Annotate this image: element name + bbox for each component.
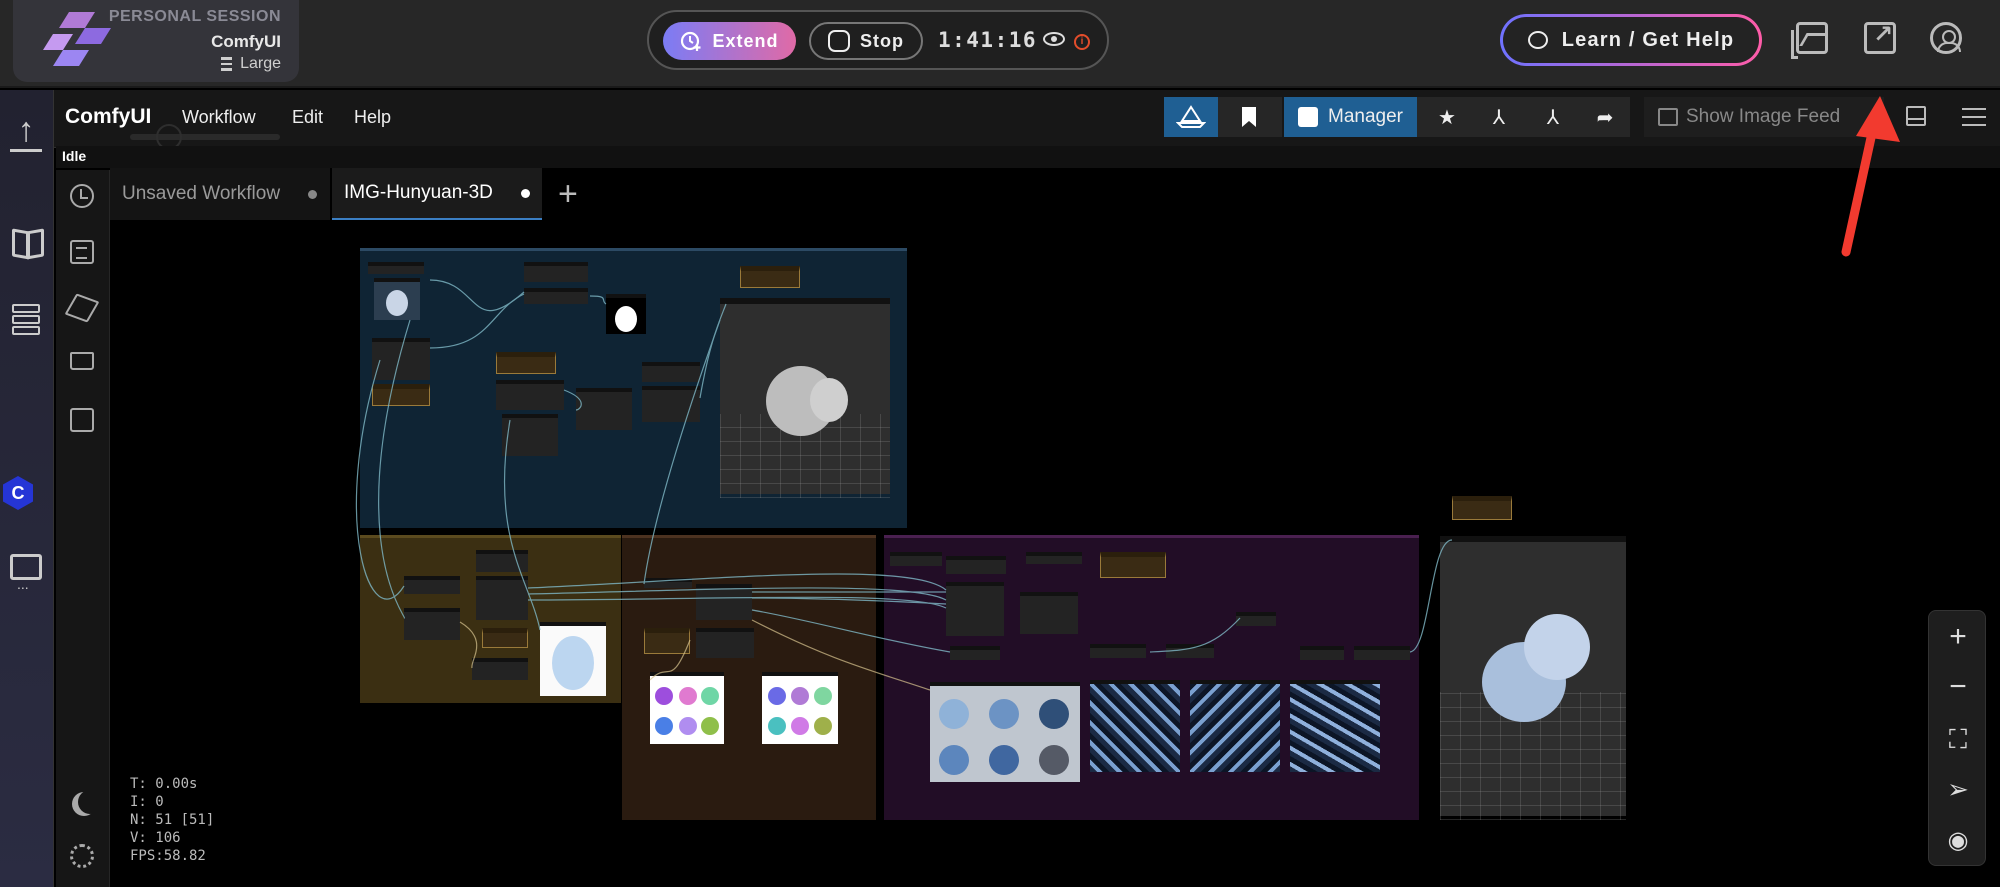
extend-button[interactable]: Extend	[663, 22, 796, 60]
session-size: Large	[221, 55, 281, 73]
gallery-icon[interactable]	[1791, 22, 1828, 59]
stop-button[interactable]: Stop	[809, 22, 923, 60]
bookmark-glyph-icon	[1242, 107, 1256, 127]
stat-vertices: V: 106	[130, 830, 181, 846]
navigate-arrow-icon[interactable]: ➢	[1929, 763, 1987, 815]
session-card[interactable]: PERSONAL SESSION ComfyUI Large	[13, 0, 299, 82]
cube-icon[interactable]	[64, 293, 100, 323]
hamburger-menu-icon[interactable]	[1962, 108, 1986, 126]
comfy-c-badge-icon[interactable]: C	[3, 476, 33, 510]
tab-img-hunyuan-3d[interactable]: IMG-Hunyuan-3D	[332, 168, 542, 220]
annotation-arrow-icon	[1841, 96, 1900, 257]
upload-icon[interactable]	[10, 114, 42, 152]
info-icon[interactable]: i	[1074, 34, 1090, 50]
image-feed-icon	[1658, 108, 1678, 126]
session-side-rail: C	[0, 90, 54, 887]
unsaved-dot-icon	[308, 189, 318, 199]
tab-label: IMG-Hunyuan-3D	[344, 182, 493, 203]
queue-status: Idle	[62, 148, 87, 164]
stat-nodes: N: 51 [51]	[130, 812, 215, 828]
manager-button[interactable]: Manager	[1284, 97, 1417, 137]
folder-icon[interactable]	[70, 352, 94, 370]
toolbar-group-left	[1164, 97, 1282, 137]
document-icon[interactable]	[70, 240, 94, 264]
session-timer: 1:41:16	[938, 28, 1038, 52]
session-size-label: Large	[240, 55, 281, 72]
ship-icon[interactable]	[1164, 97, 1218, 137]
canvas-zoom-controls: + − ⛶ ➢ ◉	[1928, 610, 1986, 866]
ship-glyph-icon	[1176, 105, 1206, 128]
app-root: PERSONAL SESSION ComfyUI Large Extend St…	[0, 0, 2000, 887]
clock-plus-icon	[681, 31, 701, 51]
stat-fps: FPS:58.82	[130, 848, 206, 864]
tab-label: Unsaved Workflow	[122, 183, 281, 204]
session-topbar: PERSONAL SESSION ComfyUI Large Extend St…	[0, 0, 2000, 88]
database-icon	[221, 57, 233, 71]
menu-workflow[interactable]: Workflow	[182, 107, 256, 128]
learn-get-help-label: Learn / Get Help	[1561, 28, 1735, 51]
ghost-slider-track	[130, 134, 280, 140]
server-icon[interactable]	[10, 304, 42, 336]
fork-alt-icon[interactable]: ⅄	[1528, 97, 1578, 137]
monitor-icon[interactable]	[10, 554, 42, 591]
tab-unsaved-workflow[interactable]: Unsaved Workflow	[110, 168, 330, 220]
moon-icon[interactable]	[78, 790, 102, 814]
node-connections	[355, 279, 1453, 691]
render-stats: T: 0.00s I: 0 N: 51 [51] V: 106 FPS:58.8…	[130, 775, 214, 865]
session-controls: Extend Stop 1:41:16 i	[647, 10, 1109, 70]
unsaved-dot-icon	[520, 188, 530, 198]
stat-i: I: 0	[130, 794, 164, 810]
stop-label: Stop	[860, 30, 904, 51]
session-type-label: PERSONAL SESSION	[108, 8, 281, 25]
toolbar-group-manager: Manager ★ ⅄ ⅄ ➦	[1284, 97, 1630, 137]
puzzle-icon	[1298, 107, 1318, 127]
user-circle-icon[interactable]	[1930, 22, 1962, 54]
image-icon[interactable]	[70, 408, 94, 432]
session-name: ComfyUI	[211, 32, 281, 51]
comfy-brand[interactable]: ComfyUI	[65, 105, 151, 129]
fit-view-icon[interactable]: ⛶	[1929, 713, 1987, 765]
comfy-sidebar	[56, 170, 110, 887]
zoom-out-icon[interactable]: −	[1929, 661, 1987, 713]
extend-label: Extend	[712, 30, 779, 51]
manager-label: Manager	[1328, 106, 1403, 127]
queue-status-bar	[56, 146, 2000, 168]
zoom-in-icon[interactable]: +	[1929, 611, 1987, 663]
eye-toggle-icon[interactable]: ◉	[1929, 815, 1987, 867]
gear-icon[interactable]	[70, 844, 94, 868]
menu-edit[interactable]: Edit	[292, 107, 323, 128]
fork-icon[interactable]: ⅄	[1474, 97, 1524, 137]
bookmark-icon[interactable]	[1220, 97, 1278, 137]
learn-get-help-button[interactable]: Learn / Get Help	[1500, 14, 1762, 66]
menu-help[interactable]: Help	[354, 107, 391, 128]
graph-canvas[interactable]: + − ⛶ ➢ ◉	[110, 220, 2000, 887]
workflow-tabs: Unsaved Workflow IMG-Hunyuan-3D +	[110, 168, 2000, 220]
add-tab-button[interactable]: +	[558, 174, 578, 214]
external-link-icon[interactable]	[1864, 20, 1896, 54]
stat-time: T: 0.00s	[130, 776, 198, 792]
star-icon[interactable]: ★	[1422, 97, 1472, 137]
stop-octagon-icon	[828, 30, 850, 52]
share-icon[interactable]: ➦	[1580, 97, 1630, 137]
chat-bubble-icon	[1527, 31, 1548, 49]
book-open-icon[interactable]	[10, 226, 42, 258]
show-image-feed-label: Show Image Feed	[1686, 106, 1841, 127]
history-icon[interactable]	[70, 184, 94, 208]
eye-icon[interactable]	[1043, 32, 1065, 46]
